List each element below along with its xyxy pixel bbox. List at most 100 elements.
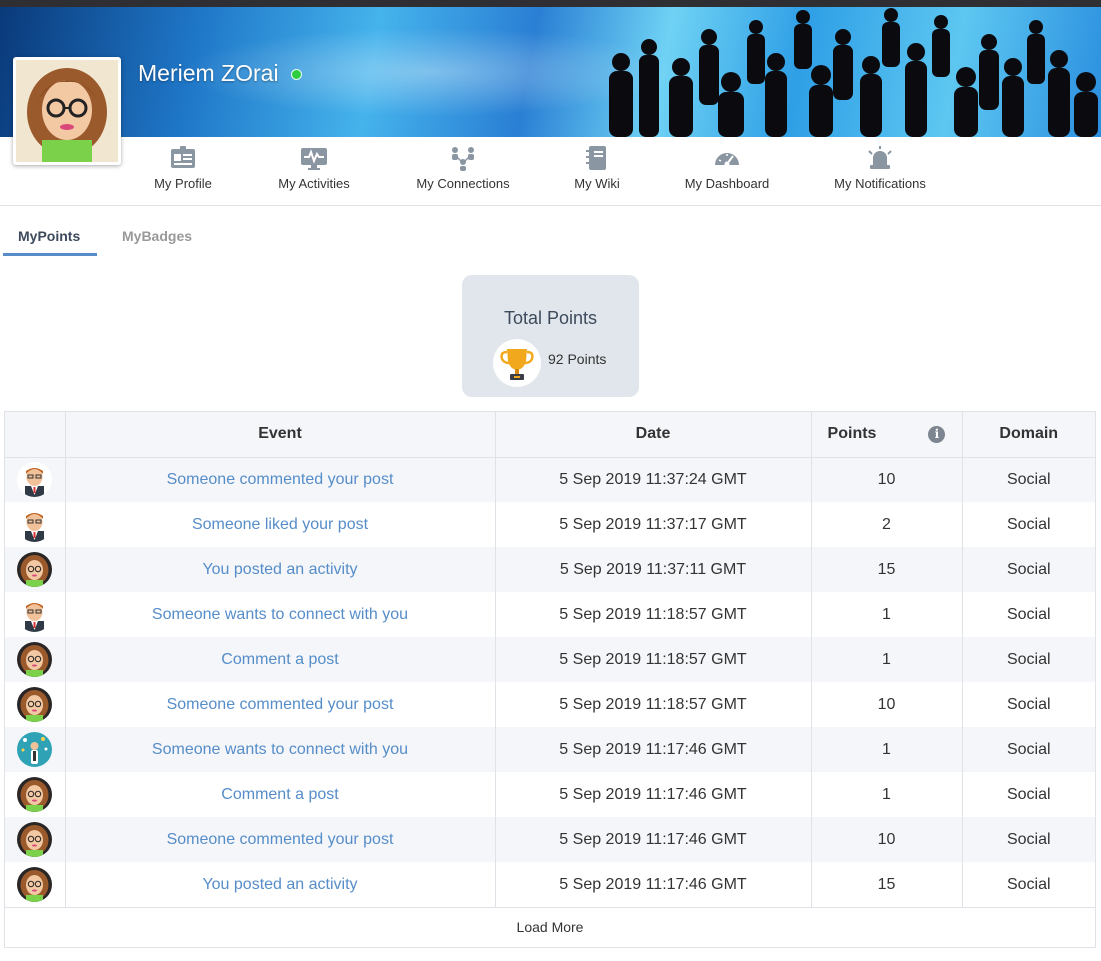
event-points: 15 <box>811 547 963 592</box>
event-link[interactable]: Someone liked your post <box>65 502 496 547</box>
total-points-title: Total Points <box>503 308 598 328</box>
nav-label: My Notifications <box>834 176 926 191</box>
nav-my-notifications[interactable]: My Notifications <box>828 137 932 206</box>
event-link[interactable]: Someone commented your post <box>65 457 496 502</box>
event-date: 5 Sep 2019 11:37:17 GMT <box>495 502 812 547</box>
event-link[interactable]: Someone wants to connect with you <box>65 727 496 772</box>
nav-label: My Dashboard <box>684 176 770 191</box>
event-points: 10 <box>811 457 963 502</box>
tab-mypoints[interactable]: MyPoints <box>18 228 80 244</box>
event-points: 15 <box>811 862 963 907</box>
user-avatar[interactable] <box>17 732 53 767</box>
event-date: 5 Sep 2019 11:37:11 GMT <box>495 547 812 592</box>
event-date: 5 Sep 2019 11:17:46 GMT <box>495 817 812 862</box>
nav-label: My Wiki <box>574 176 620 191</box>
points-table: Event Date Points i Domain Someone commen… <box>4 411 1096 948</box>
row-avatar-cell <box>5 637 66 682</box>
user-avatar[interactable] <box>17 462 53 498</box>
user-avatar[interactable] <box>17 867 53 902</box>
event-link[interactable]: Someone wants to connect with you <box>65 592 496 637</box>
event-date: 5 Sep 2019 11:18:57 GMT <box>495 637 812 682</box>
event-domain: Social <box>962 772 1095 817</box>
trophy-icon <box>493 339 541 387</box>
domain-column-header: Domain <box>962 412 1095 458</box>
table-row: Comment a post 5 Sep 2019 11:18:57 GMT 1 So… <box>5 637 1095 682</box>
table-row: You posted an activity 5 Sep 2019 11:17:4… <box>5 862 1095 907</box>
event-domain: Social <box>962 817 1095 862</box>
notebook-icon <box>586 146 606 170</box>
row-avatar-cell <box>5 547 66 592</box>
nav-my-dashboard[interactable]: My Dashboard <box>680 137 774 206</box>
event-points: 1 <box>811 772 963 817</box>
tab-mybadges[interactable]: MyBadges <box>122 228 192 244</box>
event-points: 1 <box>811 637 963 682</box>
user-avatar[interactable] <box>17 597 53 632</box>
event-points: 1 <box>811 727 963 772</box>
event-points: 10 <box>811 817 963 862</box>
event-link[interactable]: You posted an activity <box>65 862 496 907</box>
table-row: Someone liked your post 5 Sep 2019 11:37:… <box>5 502 1095 547</box>
nav-my-wiki[interactable]: My Wiki <box>568 137 626 206</box>
row-avatar-cell <box>5 817 66 862</box>
event-date: 5 Sep 2019 11:17:46 GMT <box>495 772 812 817</box>
event-link[interactable]: Someone commented your post <box>65 682 496 727</box>
event-domain: Social <box>962 457 1095 502</box>
points-column-header: Points i <box>811 412 963 458</box>
event-domain: Social <box>962 547 1095 592</box>
points-content: MyPoints MyBadges Total Points 92 Points <box>0 206 1101 961</box>
user-avatar[interactable] <box>17 687 53 722</box>
user-avatar[interactable] <box>17 822 53 857</box>
profile-nav: My Profile My Activities My Connections … <box>0 137 1101 206</box>
event-date: 5 Sep 2019 11:17:46 GMT <box>495 727 812 772</box>
info-icon[interactable]: i <box>928 425 946 443</box>
profile-username: Meriem ZOrai <box>138 60 279 86</box>
top-bar <box>0 0 1101 7</box>
event-link[interactable]: Someone commented your post <box>65 817 496 862</box>
row-avatar-cell <box>5 682 66 727</box>
event-domain: Social <box>962 727 1095 772</box>
nav-label: My Connections <box>416 176 510 191</box>
table-row: Comment a post 5 Sep 2019 11:17:46 GMT 1 So… <box>5 772 1095 817</box>
crowd-silhouette-image <box>609 8 1098 137</box>
alarm-bell-icon <box>868 146 892 169</box>
row-avatar-cell <box>5 862 66 907</box>
event-link[interactable]: Comment a post <box>65 772 496 817</box>
event-date: 5 Sep 2019 11:18:57 GMT <box>495 682 812 727</box>
event-link[interactable]: Comment a post <box>65 637 496 682</box>
avatar-column-header <box>5 412 66 458</box>
online-status-indicator <box>291 69 302 80</box>
total-points-card: Total Points 92 Points <box>462 275 639 397</box>
event-domain: Social <box>962 502 1095 547</box>
nav-my-activities[interactable]: My Activities <box>270 137 358 206</box>
row-avatar-cell <box>5 772 66 817</box>
points-header-label: Points <box>827 425 877 443</box>
event-domain: Social <box>962 637 1095 682</box>
nav-label: My Activities <box>278 176 350 191</box>
connections-icon <box>452 147 474 171</box>
event-domain: Social <box>962 592 1095 637</box>
table-row: Someone commented your post 5 Sep 2019 11… <box>5 457 1095 502</box>
event-link[interactable]: You posted an activity <box>65 547 496 592</box>
table-header-row: Event Date Points i Domain <box>5 412 1095 458</box>
gauge-icon <box>715 153 739 167</box>
event-domain: Social <box>962 862 1095 907</box>
row-avatar-cell <box>5 592 66 637</box>
row-avatar-cell <box>5 457 66 502</box>
table-row: Someone commented your post 5 Sep 2019 11… <box>5 817 1095 862</box>
profile-card-icon <box>171 146 195 168</box>
user-avatar[interactable] <box>17 642 53 677</box>
event-points: 10 <box>811 682 963 727</box>
active-tab-indicator <box>3 253 97 256</box>
profile-avatar[interactable] <box>13 57 121 165</box>
user-avatar[interactable] <box>17 552 53 587</box>
activity-monitor-icon <box>301 148 327 170</box>
row-avatar-cell <box>5 727 66 772</box>
nav-my-profile[interactable]: My Profile <box>148 137 218 206</box>
table-row: You posted an activity 5 Sep 2019 11:37:1… <box>5 547 1095 592</box>
table-row: Someone wants to connect with you 5 Sep 2… <box>5 727 1095 772</box>
nav-my-connections[interactable]: My Connections <box>410 137 516 206</box>
user-avatar[interactable] <box>17 507 53 542</box>
load-more-button[interactable]: Load More <box>5 907 1095 945</box>
user-avatar[interactable] <box>17 777 53 812</box>
table-row: Someone commented your post 5 Sep 2019 11… <box>5 682 1095 727</box>
